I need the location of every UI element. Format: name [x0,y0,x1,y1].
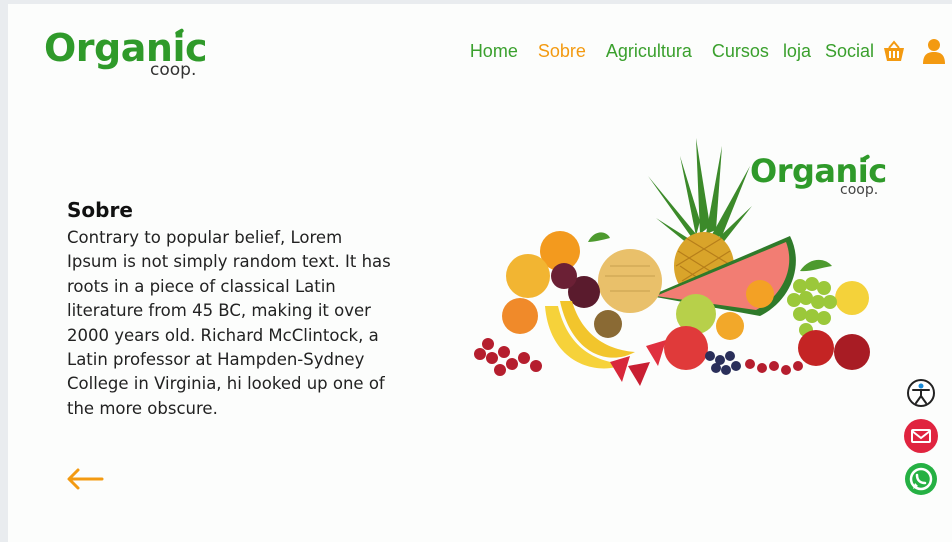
basket-icon[interactable] [882,39,906,63]
nav-cursos[interactable]: Cursos [712,41,769,62]
nav-loja[interactable]: loja [783,41,811,62]
nav-sobre[interactable]: Sobre [538,41,586,62]
main-nav: Home Sobre Agricultura Cursos loja Socia… [470,36,946,66]
fruit-pile-image: Organic coop. [460,126,900,396]
nav-home[interactable]: Home [470,41,518,62]
user-icon[interactable] [922,38,946,64]
page: Organic coop. Home Sobre Agricultura Cur… [8,4,952,542]
nav-social[interactable]: Social [825,41,874,62]
accessibility-icon[interactable] [904,376,938,410]
nav-agricultura[interactable]: Agricultura [606,41,692,62]
section-text: Contrary to popular belief, Lorem Ipsum … [67,228,391,418]
section-title: Sobre [67,198,133,222]
brand-sub: coop. [150,60,197,80]
hero-brand-logo: Organic coop. [750,152,900,202]
whatsapp-icon[interactable] [904,462,938,496]
arrow-left-icon[interactable] [66,466,104,496]
brand-logo[interactable]: Organic coop. [44,26,214,86]
hero-brand-sub: coop. [840,182,879,198]
email-icon[interactable] [904,419,938,453]
